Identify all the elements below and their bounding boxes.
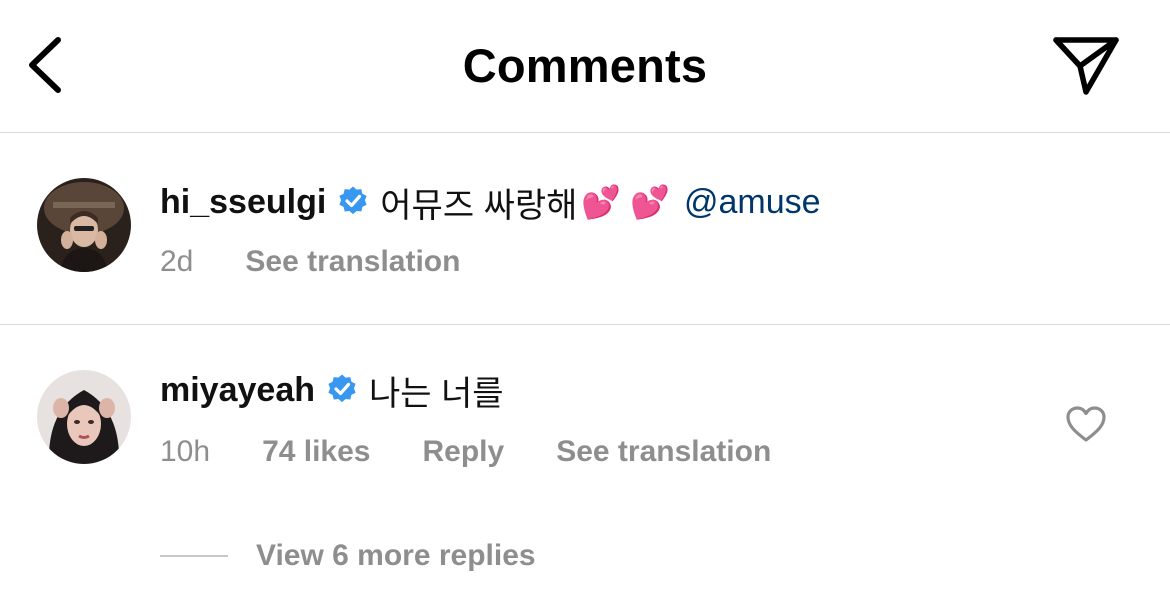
verified-badge-icon — [339, 186, 367, 215]
username[interactable]: miyayeah — [160, 371, 315, 410]
avatar-hi-sseulgi[interactable] — [37, 178, 131, 272]
avatar-photo — [37, 370, 131, 464]
verified-badge-icon — [328, 374, 356, 403]
comment-2-meta: 10h 74 likes Reply See translation — [160, 432, 823, 472]
see-translation-button[interactable]: See translation — [556, 435, 771, 469]
like-button[interactable] — [1064, 404, 1108, 444]
comment-1-meta: 2d See translation — [160, 242, 512, 282]
timestamp: 2d — [160, 245, 194, 278]
timestamp: 10h — [160, 435, 211, 468]
header: Comments — [0, 0, 1170, 132]
view-replies-row: View 6 more replies — [160, 536, 536, 576]
replies-rule — [160, 555, 228, 557]
comment-1-line: hi_sseulgi 어뮤즈 싸랑해 💕 💕 @amuse — [160, 180, 821, 225]
avatar-photo — [37, 178, 131, 272]
view-more-replies-button[interactable]: View 6 more replies — [256, 539, 536, 573]
mention-link[interactable]: @amuse — [684, 183, 821, 222]
share-button[interactable] — [1048, 32, 1124, 98]
reply-button[interactable]: Reply — [423, 435, 505, 469]
see-translation-button[interactable]: See translation — [245, 245, 460, 279]
hearts-emoji: 💕 💕 — [581, 184, 670, 220]
comment-2-line: miyayeah 나는 너를 — [160, 368, 504, 413]
comment-text: 어뮤즈 싸랑해 — [380, 186, 578, 225]
avatar-miyayeah[interactable] — [37, 370, 131, 464]
heart-icon — [1066, 406, 1106, 442]
username[interactable]: hi_sseulgi — [160, 183, 326, 222]
comment-text: 나는 너를 — [369, 374, 504, 413]
comments-screen: Comments hi_sseulgi 어뮤즈 싸랑해 💕 💕 @amuse 2… — [0, 0, 1170, 599]
header-divider — [0, 132, 1170, 133]
page-title: Comments — [462, 39, 708, 92]
paper-plane-icon — [1053, 37, 1119, 95]
comment-divider — [0, 324, 1170, 325]
likes-count-button[interactable]: 74 likes — [262, 435, 370, 469]
